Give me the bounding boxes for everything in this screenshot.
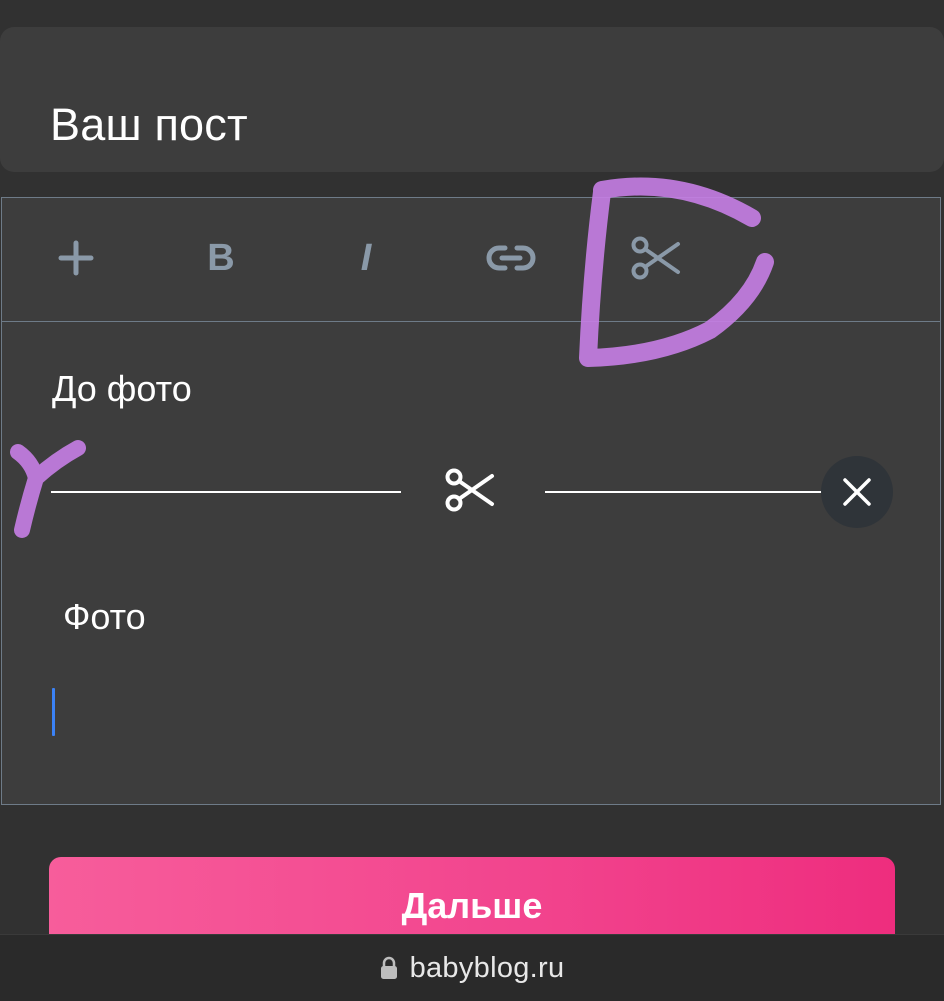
post-editor[interactable]: B I До фото Фото: [1, 197, 941, 805]
paragraph-before-cut[interactable]: До фото: [52, 368, 192, 410]
editor-toolbar: B I: [2, 198, 940, 322]
cut-separator: [2, 456, 940, 528]
add-button[interactable]: [46, 228, 106, 288]
title-card: Ваш пост: [0, 27, 944, 172]
remove-separator-button[interactable]: [821, 456, 893, 528]
plus-icon: [58, 240, 94, 276]
italic-button[interactable]: I: [336, 228, 396, 288]
close-icon: [843, 478, 871, 506]
link-button[interactable]: [481, 228, 541, 288]
page-title: Ваш пост: [50, 99, 248, 150]
text-caret: [52, 688, 55, 736]
paragraph-after-cut[interactable]: Фото: [63, 596, 146, 638]
separator-line-right: [545, 491, 825, 493]
browser-address-bar[interactable]: babyblog.ru: [0, 934, 944, 1001]
separator-line-left: [51, 491, 401, 493]
lock-icon: [380, 956, 398, 980]
link-icon: [486, 245, 536, 271]
separator-scissors-icon: [445, 468, 494, 512]
scissors-icon: [631, 236, 680, 280]
url-text: babyblog.ru: [409, 951, 565, 984]
cut-button[interactable]: [626, 228, 686, 288]
bold-button[interactable]: B: [191, 228, 251, 288]
